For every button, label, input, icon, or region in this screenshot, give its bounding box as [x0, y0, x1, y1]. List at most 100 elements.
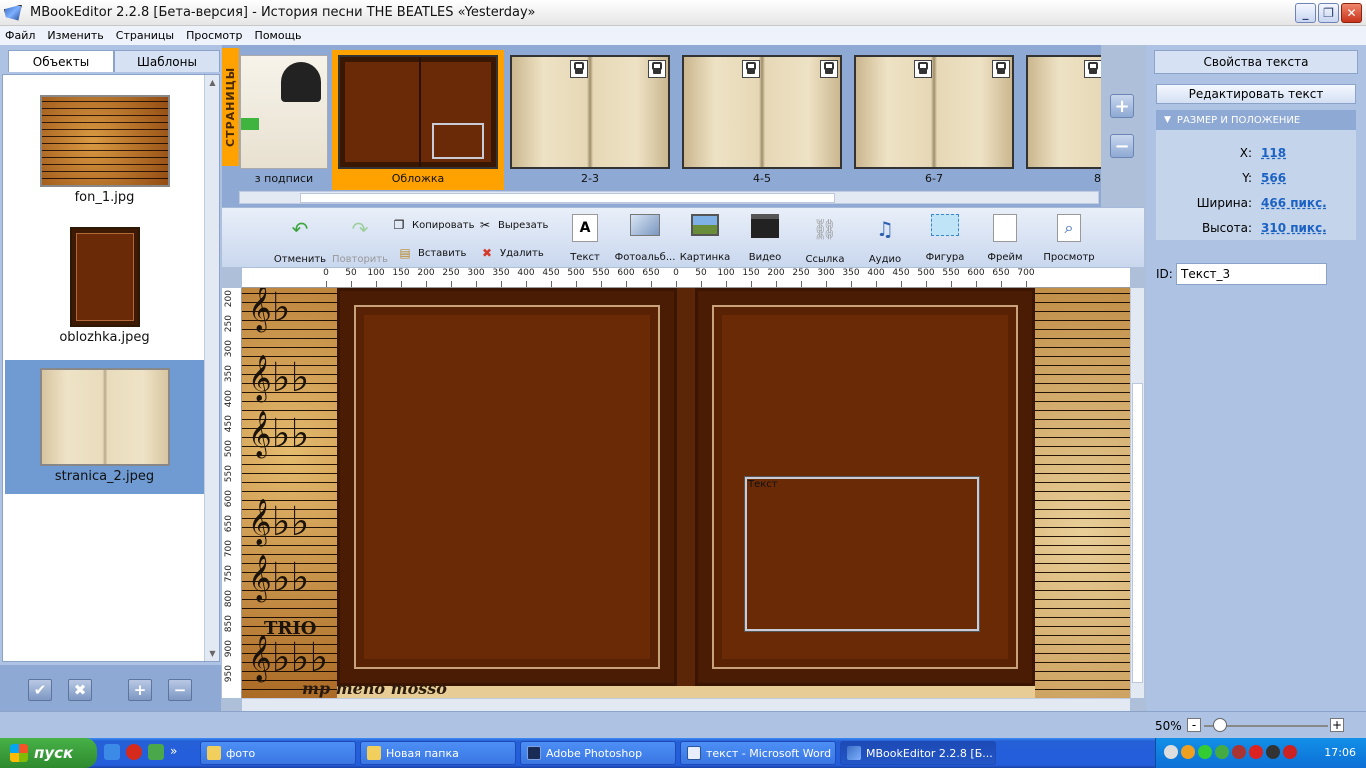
ruler-h-tick: 300 [467, 268, 485, 278]
cancel-button[interactable]: ✖ [68, 679, 92, 701]
tray-display-icon[interactable] [1266, 745, 1280, 759]
tray-shield-icon[interactable] [1283, 745, 1297, 759]
file-item-stranica[interactable]: stranica_2.jpeg [5, 360, 204, 494]
canvas-scroll-thumb[interactable] [1132, 383, 1143, 683]
ruler-h-tick: 50 [695, 268, 707, 278]
width-value[interactable]: 466 пикс. [1261, 196, 1327, 210]
menu-view[interactable]: Просмотр [186, 29, 242, 42]
taskbar-item-photoshop[interactable]: Adobe Photoshop [520, 741, 676, 765]
shape-tool-button[interactable]: Фигура [914, 214, 976, 263]
picture-tool-button[interactable]: Картинка [674, 214, 736, 263]
taskbar-item-mbookeditor[interactable]: MBookEditor 2.2.8 [Б... [840, 741, 996, 765]
pages-scrollbar[interactable] [239, 191, 1099, 204]
opera-icon[interactable] [126, 744, 142, 760]
paste-button[interactable]: ▤ Вставить [398, 246, 466, 260]
page-thumb-4-5[interactable]: 4-5 [682, 50, 842, 190]
link-tool-label: Ссылка [805, 254, 845, 265]
remove-object-button[interactable]: − [168, 679, 192, 701]
id-field[interactable]: Текст_3 [1176, 263, 1327, 285]
menu-pages[interactable]: Страницы [116, 29, 174, 42]
browser-icon[interactable] [104, 744, 120, 760]
canvas-vertical-scrollbar[interactable] [1130, 288, 1144, 698]
zoom-out-button[interactable]: - [1187, 718, 1201, 732]
undo-button[interactable]: ↶ Отменить [269, 214, 331, 265]
zoom-in-pages-button[interactable]: + [1110, 94, 1134, 118]
taskbar-item-word[interactable]: текст - Microsoft Word [680, 741, 836, 765]
canvas-horizontal-scrollbar[interactable] [242, 698, 1130, 712]
photoalbum-tool-button[interactable]: Фотоальб... [614, 214, 676, 263]
page-thumb-cover[interactable]: Обложка [332, 50, 504, 190]
page-thumbnail [338, 55, 498, 169]
tray-network-icon[interactable] [1215, 745, 1229, 759]
edit-text-button[interactable]: Редактировать текст [1156, 84, 1356, 104]
page-thumb-2-3[interactable]: 2-3 [510, 50, 670, 190]
delete-button[interactable]: ✖ Удалить [480, 246, 544, 260]
objects-panel: Объекты Шаблоны fon_1.jpg oblozhka.jpeg … [0, 45, 221, 711]
tray-flash-icon[interactable] [1249, 745, 1263, 759]
windows-taskbar: пуск » фото Новая папка Adobe Photoshop … [0, 738, 1366, 768]
file-list-scrollbar[interactable]: ▲ ▼ [204, 75, 219, 661]
ruler-v-tick: 200 [224, 290, 234, 308]
ruler-h-mark [801, 281, 802, 287]
ruler-v-tick: 250 [224, 315, 234, 333]
zoom-out-pages-button[interactable]: − [1110, 134, 1134, 158]
app-launch-icon[interactable] [148, 744, 164, 760]
page-thumb-6-7[interactable]: 6-7 [854, 50, 1014, 190]
text-tool-button[interactable]: A Текст [554, 214, 616, 263]
ruler-v-tick: 800 [224, 590, 234, 608]
size-position-section-header[interactable]: ▼ РАЗМЕР И ПОЛОЖЕНИЕ [1156, 110, 1356, 130]
pages-scroll-thumb[interactable] [300, 193, 835, 203]
ruler-h-tick: 600 [967, 268, 985, 278]
link-tool-button[interactable]: ⛓ Ссылка [794, 214, 856, 265]
expand-quick-launch-icon[interactable]: » [170, 744, 177, 760]
tab-objects[interactable]: Объекты [8, 50, 114, 72]
zoom-slider-knob[interactable] [1213, 718, 1227, 732]
taskbar-item-new-folder[interactable]: Новая папка [360, 741, 516, 765]
video-tool-button[interactable]: Видео [734, 214, 796, 263]
zoom-in-button[interactable]: + [1330, 718, 1344, 732]
confirm-button[interactable]: ✔ [28, 679, 52, 701]
cover-page-left[interactable] [337, 288, 677, 686]
file-item-oblozhka[interactable]: oblozhka.jpeg [5, 227, 204, 351]
page-thumb-signature[interactable]: з подписи [240, 50, 328, 190]
editor-canvas[interactable]: 𝄞♭ 𝄞♭♭ 𝄞♭♭ 𝄞♭♭ 𝄞♭♭ TRIO 𝄞♭♭♭ Текст mp me… [242, 288, 1130, 698]
ruler-h-mark [901, 281, 902, 287]
page-thumb-8[interactable]: 8 [1026, 50, 1101, 190]
start-button[interactable]: пуск [0, 738, 97, 768]
y-value[interactable]: 566 [1261, 171, 1286, 185]
preview-tool-button[interactable]: ⌕ Просмотр [1038, 214, 1100, 263]
horizontal-ruler: 0 50 100 150 200 250 300 350 400 450 500 550 600 650 0… [242, 268, 1130, 288]
taskbar-item-foto[interactable]: фото [200, 741, 356, 765]
tray-torrent-icon[interactable] [1198, 745, 1212, 759]
cut-button[interactable]: ✂ Вырезать [478, 218, 548, 232]
window-title: MBookEditor 2.2.8 [Бета-версия] - Истори… [30, 5, 536, 20]
x-value[interactable]: 118 [1261, 146, 1286, 160]
menu-help[interactable]: Помощь [255, 29, 302, 42]
tab-text-properties[interactable]: Свойства текста [1154, 50, 1358, 74]
frame-tool-button[interactable]: Фрейм [974, 214, 1036, 263]
tray-expand-icon[interactable] [1164, 745, 1178, 759]
minimize-button[interactable]: _ [1295, 3, 1316, 23]
lock-icon [742, 60, 760, 78]
redo-button[interactable]: ↷ Повторить [329, 214, 391, 265]
tray-antivirus-icon[interactable] [1232, 745, 1246, 759]
selected-text-box[interactable]: Текст [745, 477, 979, 631]
close-button[interactable]: ✕ [1341, 3, 1362, 23]
maximize-button[interactable]: ❐ [1318, 3, 1339, 23]
height-value[interactable]: 310 пикс. [1261, 221, 1327, 235]
sheet-music-footer-text: mp meno mosso [302, 679, 447, 698]
scroll-up-arrow[interactable]: ▲ [205, 75, 220, 90]
ruler-h-tick: 250 [792, 268, 810, 278]
copy-button[interactable]: ❐ Копировать [392, 218, 475, 232]
menu-file[interactable]: Файл [5, 29, 35, 42]
menu-edit[interactable]: Изменить [47, 29, 103, 42]
audio-tool-button[interactable]: ♫ Аудио [854, 214, 916, 265]
objects-actions: ✔ ✖ + − [0, 665, 221, 711]
picture-icon [691, 214, 719, 236]
tab-templates[interactable]: Шаблоны [114, 50, 220, 72]
scroll-down-arrow[interactable]: ▼ [205, 646, 220, 661]
add-object-button[interactable]: + [128, 679, 152, 701]
file-item-fon[interactable]: fon_1.jpg [5, 95, 204, 213]
lock-icon [914, 60, 932, 78]
tray-app-icon[interactable] [1181, 745, 1195, 759]
